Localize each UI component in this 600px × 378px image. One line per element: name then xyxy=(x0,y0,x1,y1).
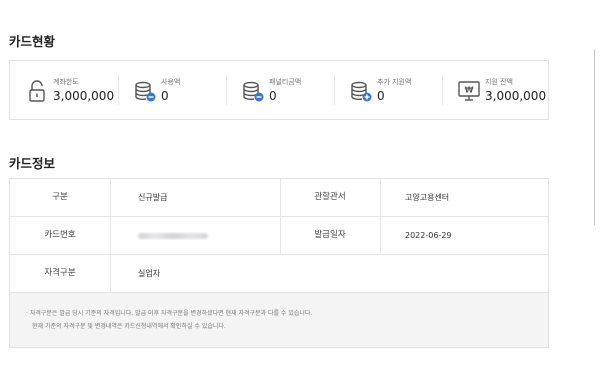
notice-line: 현재 기준의 자격구분 및 변경내역은 카드신청내역에서 확인하실 수 있습니다… xyxy=(32,323,226,330)
type-label: 구분 xyxy=(52,192,68,202)
qualification-label: 자격구분 xyxy=(44,268,76,278)
extra-support-label: 추가 지원액 xyxy=(377,78,412,86)
svg-text:₩: ₩ xyxy=(465,86,474,95)
card-info-table: 구분 신규발급 관할관서 고양고용센터 카드번호 발급일자 2022-06-29… xyxy=(9,178,549,348)
balance-label: 지원 잔액 xyxy=(485,78,513,86)
limit-value: 3,000,000 xyxy=(53,89,115,103)
card-number-value xyxy=(138,217,208,254)
cell-divider xyxy=(110,255,111,292)
card-info-title: 카드정보 xyxy=(9,156,56,171)
scrollbar[interactable] xyxy=(594,49,595,225)
coins-icon xyxy=(135,81,156,102)
issue-date-label: 발급일자 xyxy=(314,230,346,240)
cell-divider xyxy=(380,179,381,216)
card-number-label: 카드번호 xyxy=(44,230,76,240)
type-value: 신규발급 xyxy=(138,193,168,202)
extra-support-value: 0 xyxy=(377,89,385,103)
issue-date-value: 2022-06-29 xyxy=(405,231,452,240)
extra-support-summary: 추가 지원액 0 xyxy=(334,61,442,119)
balance-value: 3,000,000 xyxy=(485,89,547,103)
qualification-value: 실업자 xyxy=(138,269,161,278)
limit-summary: 계좌한도 3,000,000 xyxy=(10,61,118,119)
card-status-panel: 계좌한도 3,000,000 사용액 0 패널티금액 0 추가 지원액 0 ₩ … xyxy=(9,60,549,120)
penalty-label: 패널티금액 xyxy=(269,78,302,86)
table-row: 구분 신규발급 관할관서 고양고용센터 xyxy=(10,179,548,217)
cell-divider xyxy=(380,217,381,254)
limit-label: 계좌한도 xyxy=(53,78,79,86)
used-label: 사용액 xyxy=(161,78,181,86)
cell-divider xyxy=(110,179,111,216)
penalty-value: 0 xyxy=(269,89,277,103)
monitor-won-icon: ₩ xyxy=(458,81,480,101)
cell-divider xyxy=(110,217,111,254)
lock-icon xyxy=(29,80,45,102)
balance-summary: ₩ 지원 잔액 3,000,000 xyxy=(442,61,550,119)
masked-card-number xyxy=(138,232,208,239)
table-row: 자격구분 실업자 xyxy=(10,255,548,293)
coins-icon xyxy=(243,81,264,102)
table-row: 카드번호 발급일자 2022-06-29 xyxy=(10,217,548,255)
notice-line: · 자격구분은 발급 당시 기준의 자격입니다. 발급 이후 자격구분을 변경하… xyxy=(26,310,313,317)
used-value: 0 xyxy=(161,89,169,103)
penalty-summary: 패널티금액 0 xyxy=(226,61,334,119)
office-value: 고양고용센터 xyxy=(405,193,450,202)
used-summary: 사용액 0 xyxy=(118,61,226,119)
office-label: 관할관서 xyxy=(314,192,346,202)
card-status-title: 카드현황 xyxy=(9,34,56,49)
notice-box: · 자격구분은 발급 당시 기준의 자격입니다. 발급 이후 자격구분을 변경하… xyxy=(10,293,548,347)
coins-icon xyxy=(351,81,372,102)
